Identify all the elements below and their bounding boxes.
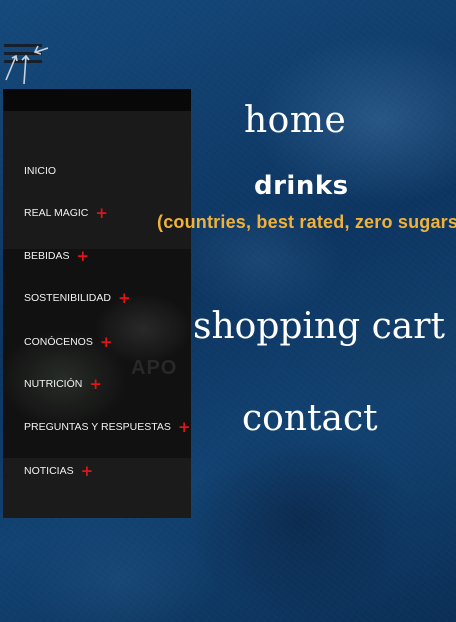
nav-link-contact[interactable]: contact xyxy=(242,398,378,439)
menu-item-label: INICIO xyxy=(24,165,57,177)
menu-item-label: NUTRICIÓN xyxy=(24,378,83,390)
menu-item-bebidas[interactable]: BEBIDAS + xyxy=(24,249,90,264)
menu-item-label: BEBIDAS xyxy=(24,250,70,262)
menu-item-sostenibilidad[interactable]: SOSTENIBILIDAD + xyxy=(24,291,131,306)
menu-item-label: CONÓCENOS xyxy=(24,336,93,348)
plus-icon[interactable]: + xyxy=(77,249,90,264)
plus-icon[interactable]: + xyxy=(89,377,102,392)
menu-item-real-magic[interactable]: REAL MAGIC + xyxy=(24,206,108,221)
plus-icon[interactable]: + xyxy=(81,464,94,479)
background-photo-text: APO xyxy=(131,357,178,379)
nav-link-drinks[interactable]: drinks xyxy=(254,171,349,201)
cursor-arrows-icon xyxy=(5,45,48,85)
side-menu-panel: APO INICIO REAL MAGIC + BEBIDAS + SOSTEN… xyxy=(3,89,191,518)
menu-item-label: SOSTENIBILIDAD xyxy=(24,292,111,304)
nav-link-shopping-cart[interactable]: shopping cart xyxy=(193,306,445,347)
drinks-subtitle: (countries, best rated, zero sugars) xyxy=(157,212,456,232)
plus-icon[interactable]: + xyxy=(100,335,113,350)
menu-item-inicio[interactable]: INICIO xyxy=(24,165,56,177)
hamburger-menu-icon[interactable] xyxy=(2,42,48,85)
side-menu-header xyxy=(3,89,191,111)
menu-item-noticias[interactable]: NOTICIAS + xyxy=(24,464,94,479)
menu-item-conocenos[interactable]: CONÓCENOS + xyxy=(24,335,113,350)
menu-item-nutricion[interactable]: NUTRICIÓN + xyxy=(24,377,102,392)
menu-item-label: REAL MAGIC xyxy=(24,207,89,219)
plus-icon[interactable]: + xyxy=(95,206,108,221)
menu-item-label: NOTICIAS xyxy=(24,465,74,477)
plus-icon[interactable]: + xyxy=(178,420,191,435)
plus-icon[interactable]: + xyxy=(118,291,131,306)
menu-item-label: PREGUNTAS Y RESPUESTAS xyxy=(24,421,171,433)
nav-link-home[interactable]: home xyxy=(244,100,346,141)
menu-item-preguntas-y-respuestas[interactable]: PREGUNTAS Y RESPUESTAS + xyxy=(24,420,191,435)
